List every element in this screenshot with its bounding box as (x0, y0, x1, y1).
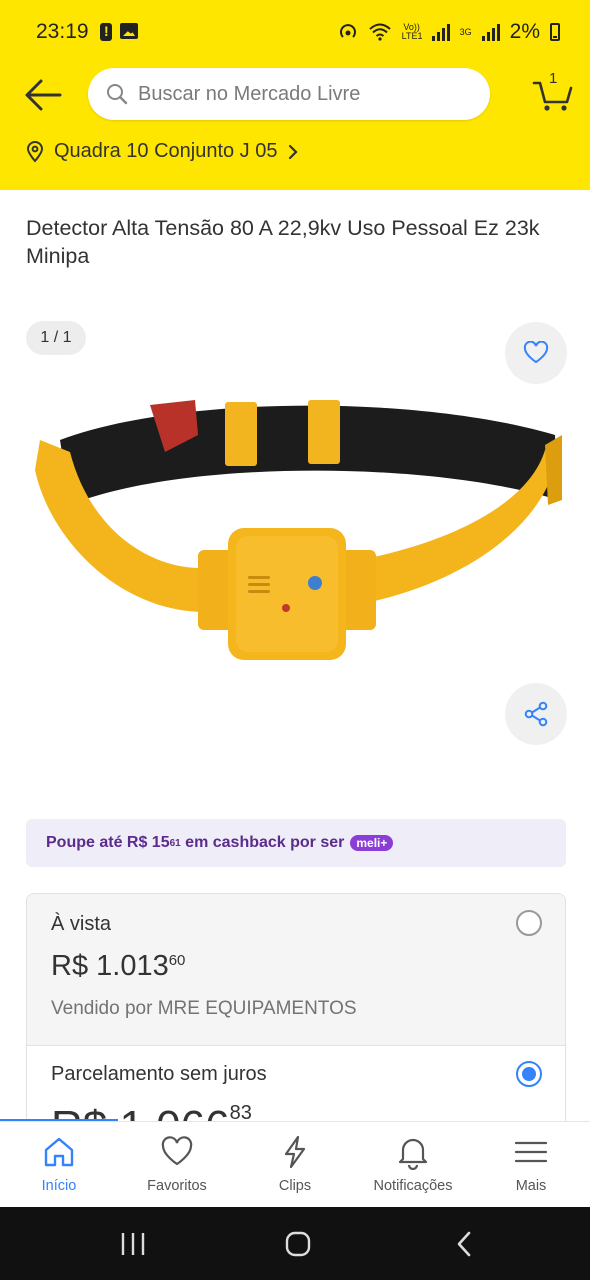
cash-price: R$ 1.01360 (51, 950, 185, 983)
search-input[interactable] (138, 82, 468, 106)
menu-icon (514, 1141, 548, 1163)
share-button[interactable] (505, 683, 567, 745)
meli-plus-badge: meli+ (350, 835, 394, 851)
installments-label: Parcelamento sem juros (51, 1063, 267, 1085)
installments-radio[interactable] (516, 1061, 542, 1087)
battery-percent: 2% (509, 20, 540, 43)
favorite-button[interactable] (505, 322, 567, 384)
cash-option[interactable]: À vista R$ 1.01360 Vendido por MRE EQUIP… (27, 894, 565, 1046)
home-button-icon[interactable] (283, 1229, 313, 1259)
bottom-navigation: Início Favoritos Clips Notificações Mais (0, 1121, 590, 1207)
recents-icon[interactable] (118, 1229, 148, 1259)
nav-label-mais: Mais (515, 1178, 547, 1194)
nav-label-inicio: Início (41, 1178, 77, 1194)
nav-item-clips[interactable]: Clips (236, 1122, 354, 1208)
product-image[interactable] (30, 390, 565, 670)
nav-item-favoritos[interactable]: Favoritos (118, 1122, 236, 1208)
cash-price-value: R$ 1.013 (51, 950, 169, 982)
cash-price-cents: 60 (168, 952, 186, 969)
nav-label-clips: Clips (278, 1178, 312, 1194)
product-title: Detector Alta Tensão 80 A 22,9kv Uso Pes… (26, 216, 540, 268)
search-icon (107, 84, 128, 105)
heart-icon (523, 341, 549, 364)
nav-label-favoritos: Favoritos (147, 1178, 207, 1194)
payment-options: À vista R$ 1.01360 Vendido por MRE EQUIP… (26, 893, 566, 1153)
seller-info: Vendido por MRE EQUIPAMENTOS (51, 998, 357, 1019)
location-label: Quadra 10 Conjunto J 05 (54, 140, 278, 162)
signal-icon-2 (481, 23, 500, 41)
battery-icon (550, 23, 560, 41)
cart-count: 1 (549, 70, 558, 87)
home-icon (44, 1137, 74, 1167)
chevron-right-icon (288, 144, 298, 159)
hotspot-icon (339, 24, 356, 38)
image-counter: 1 / 1 (26, 321, 86, 355)
nav-item-inicio[interactable]: Início (0, 1122, 118, 1208)
status-notification-icons (100, 23, 138, 41)
cashback-banner: Poupe até R$ 15 61 em cashback por ser me… (26, 819, 566, 867)
gallery-icon (120, 23, 138, 39)
net-type-label: 3G (459, 26, 472, 37)
wifi-icon (368, 23, 391, 41)
back-arrow-icon[interactable] (24, 78, 64, 112)
status-bar: 23:19 Vo)) LTE1 3G 2% (0, 0, 590, 66)
bolt-icon (284, 1135, 306, 1169)
signal-icon (431, 23, 450, 41)
location-pin-icon (26, 140, 44, 163)
search-bar[interactable] (88, 68, 490, 120)
app-header: 23:19 Vo)) LTE1 3G 2% (0, 0, 590, 190)
cash-label: À vista (51, 913, 112, 935)
nav-item-mais[interactable]: Mais (472, 1122, 590, 1208)
system-navigation-bar (0, 1207, 590, 1280)
cashback-suffix: em cashback por ser (180, 834, 345, 851)
status-time: 23:19 (36, 20, 89, 43)
nav-label-notificacoes: Notificações (373, 1178, 453, 1194)
bell-icon (398, 1138, 428, 1170)
cashback-prefix: Poupe até R$ 15 (46, 834, 170, 851)
share-icon (524, 701, 548, 727)
status-right: Vo)) LTE1 3G 2% (338, 20, 560, 44)
cashback-cents: 61 (169, 837, 181, 849)
alert-icon (100, 23, 112, 41)
cash-radio[interactable] (516, 910, 542, 936)
back-nav-icon[interactable] (450, 1229, 480, 1259)
network-label: Vo)) LTE1 (401, 22, 423, 41)
delivery-location[interactable]: Quadra 10 Conjunto J 05 (26, 140, 298, 163)
heart-icon (161, 1136, 193, 1166)
nav-item-notificacoes[interactable]: Notificações (354, 1122, 472, 1208)
